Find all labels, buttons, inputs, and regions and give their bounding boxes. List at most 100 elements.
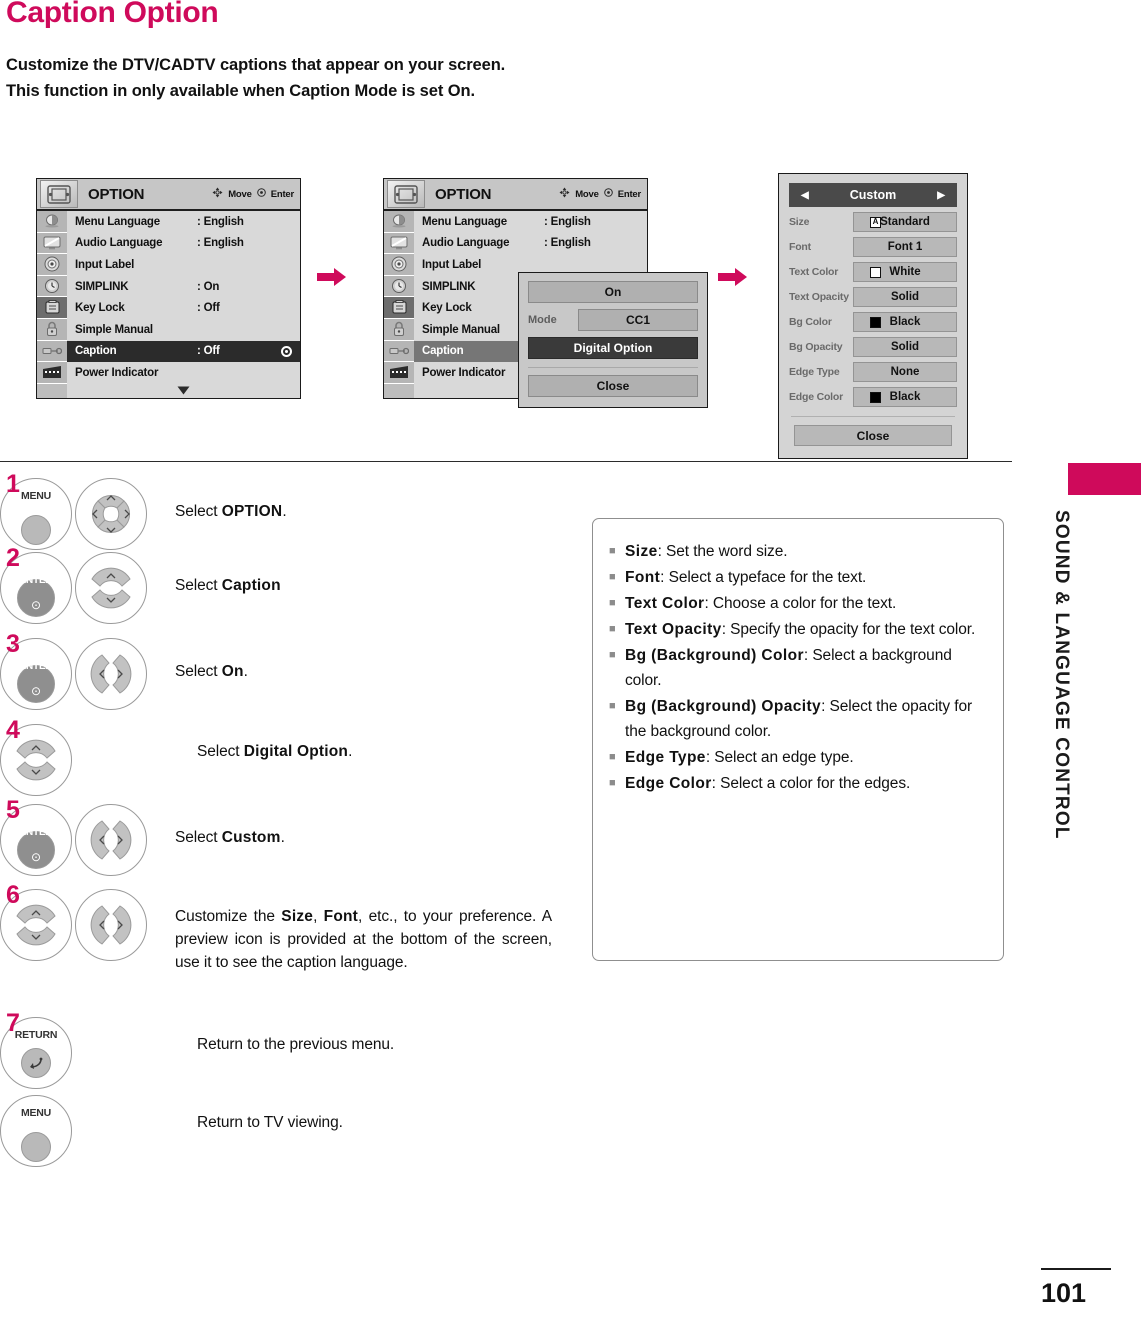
menu-row-value: : Off [197,302,220,315]
lock-icon[interactable] [384,318,414,341]
time-icon[interactable] [384,275,414,298]
custom-label: Edge Color [789,391,844,403]
menu-row-label: Menu Language [422,215,507,228]
osd-mockup-row: OPTION Move Enter Menu Language: Englis… [0,168,1010,459]
leftright-pad[interactable] [75,804,147,876]
usb-icon[interactable] [37,362,67,384]
custom-close-button[interactable]: Close [794,425,952,446]
note-item: ■ Bg (Background) Color: Select a backgr… [609,643,985,693]
enter-circle-icon [603,188,613,200]
step-text-pre: Select [197,743,244,760]
enter-button-label: ENTER [19,827,53,838]
custom-value-text: None [890,366,920,378]
intro-caption-bold: Caption [289,82,350,100]
osd-title-1: OPTION [88,185,145,203]
screen-icon[interactable] [37,232,67,255]
menu-row[interactable]: Audio Language: English [414,233,647,255]
menu-row[interactable]: Power Indicator [67,362,300,384]
page-number: 101 [1041,1278,1087,1308]
popup-close-button[interactable]: Close [528,375,698,397]
custom-row-font: Font Font 1 [789,237,957,257]
menu-row-value: : English [544,237,591,250]
menu-row-caption-selected[interactable]: Caption: Off [67,340,300,363]
step-text: Select Custom. [175,804,560,849]
chevron-right-icon[interactable]: ▶ [937,190,945,201]
leftright-pad[interactable] [75,638,147,710]
note-desc: : Select a typeface for the text. [660,569,867,586]
option-icon[interactable] [37,297,67,319]
step-keys [0,889,175,961]
custom-value-text: Solid [890,291,920,303]
menu-button[interactable]: MENU [0,1095,72,1167]
custom-value-field[interactable]: A Standard [853,212,957,232]
osd-header-1: OPTION Move Enter [37,179,300,211]
osd-body-1: Menu Language: English Audio Language: E… [37,211,300,398]
screen-icon[interactable] [384,232,414,255]
step-text: Customize the Size, Font, etc., to your … [175,908,552,971]
return-arrow-icon [21,1048,51,1078]
intro-line-2: This function in only available when Cap… [6,78,706,104]
bullet-square-icon: ■ [609,777,616,789]
enter-indicator-icon [281,345,292,357]
option-icon[interactable] [384,297,414,319]
menu-row[interactable]: Menu Language: English [67,211,300,233]
custom-value-field[interactable]: Font 1 [853,237,957,257]
section-accent-tab [1068,463,1141,495]
menu-row-label: Key Lock [75,302,125,315]
usb-icon[interactable] [384,362,414,384]
note-item: ■ Edge Color: Select a color for the edg… [609,771,985,796]
caption-mode-label: Mode [528,314,557,326]
digital-option-button[interactable]: Digital Option [528,337,698,359]
step-text-pre: Select [175,503,222,520]
input-icon[interactable] [384,340,414,363]
menu-row-value: : Off [197,345,220,358]
osd-rows-1: Menu Language: English Audio Language: E… [67,211,300,398]
note-term: Text Color [625,595,705,612]
menu-row[interactable]: Input Label [67,254,300,276]
picture-icon[interactable] [384,211,414,233]
step-number: 7 [6,1009,20,1037]
menu-row[interactable]: Simple Manual [67,319,300,341]
scroll-down-indicator[interactable] [67,383,300,398]
step-1: 1 MENU Select OPTION. [0,472,560,552]
step-text-post: . [348,743,353,760]
caption-on-button[interactable]: On [528,281,698,303]
time-icon[interactable] [37,275,67,298]
step-7: 7 RETURN Return to the previous menu. [0,1011,560,1095]
move-pad-icon [559,187,570,201]
menu-row[interactable]: Menu Language: English [414,211,647,233]
custom-value-field[interactable]: None [853,362,957,382]
custom-row-edge-type: Edge Type None [789,362,957,382]
custom-value-field[interactable]: Black [853,312,957,332]
menu-row[interactable]: Key Lock : Off [67,297,300,319]
input-icon[interactable] [37,340,67,363]
note-desc: : Choose a color for the text. [704,595,897,612]
note-term: Bg (Background) Opacity [625,698,822,715]
updown-pad[interactable] [75,552,147,624]
enter-button-label: ENTER [19,661,53,672]
chevron-left-icon[interactable]: ◀ [801,190,809,201]
menu-button-dot [21,515,51,545]
custom-value-field[interactable]: Black [853,387,957,407]
audio-icon[interactable] [384,254,414,276]
leftright-pad[interactable] [75,889,147,961]
custom-value-field[interactable]: White [853,262,957,282]
navigation-pad[interactable] [75,478,147,550]
steps-list: 1 MENU Select OPTION. 2 ⊙ ENTER Select C… [0,472,560,1173]
audio-icon[interactable] [37,254,67,276]
menu-row[interactable]: Audio Language: English [67,233,300,255]
picture-icon[interactable] [37,211,67,233]
lock-icon[interactable] [37,318,67,341]
custom-value-field[interactable]: Solid [853,287,957,307]
custom-panel-divider [791,416,955,417]
note-term: Text Opacity [625,621,722,638]
note-item: ■ Bg (Background) Opacity: Select the op… [609,694,985,744]
step-number: 3 [6,630,20,658]
hint-move-label-1: Move [228,188,252,200]
page-title: Caption Option [6,0,219,29]
step-keys: ENTER [0,552,175,624]
caption-mode-value[interactable]: CC1 [578,309,698,331]
custom-value-field[interactable]: Solid [853,337,957,357]
menu-row[interactable]: SIMPLINK: On [67,276,300,298]
custom-label: Font [789,241,811,253]
